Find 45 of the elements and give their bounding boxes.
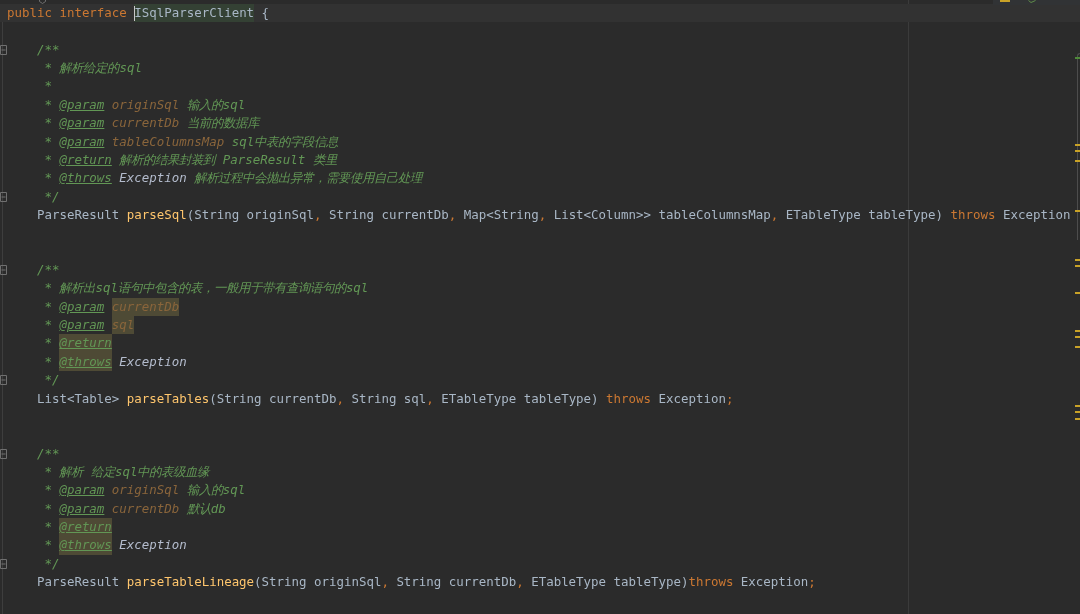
doc-comment-text: */	[44, 554, 60, 573]
doc-comment-text: * @param originSql 输入的sql	[44, 95, 246, 114]
doc-comment-text: */	[44, 187, 60, 206]
highlighted-word: @return	[59, 334, 112, 353]
doc-comment-text: * @throws Exception 解析过程中会抛出异常，需要使用自己处理	[44, 169, 423, 188]
doc-comment-text: * @param	[44, 316, 106, 335]
doc-comment-text: /**	[36, 444, 60, 463]
doc-comment-text: *	[44, 518, 53, 537]
doc-comment-text: /**	[36, 40, 60, 59]
check-icon[interactable]	[1028, 0, 1036, 3]
fold-marker-icon[interactable]	[0, 375, 7, 386]
doc-comment-text: * @param	[44, 297, 106, 316]
code-text: List<Table> parseTables(String currentDb, String sql, ETableType tableType) throws Exception;	[36, 389, 734, 408]
doc-comment-text: *	[44, 334, 53, 353]
doc-comment-text: /**	[36, 261, 60, 280]
doc-comment-text: * @param currentDb 当前的数据库	[44, 114, 259, 133]
fold-marker-icon[interactable]	[0, 558, 7, 569]
highlighted-identifier: ISqlParserClient	[134, 4, 255, 23]
code-text: {	[260, 4, 270, 22]
code-text: ParseResult parseTableLineage(String originSql, String currentDb, ETableType tableType)throws Exception;	[36, 573, 816, 592]
doc-comment-text: Exception	[118, 536, 187, 555]
doc-comment-text: * @param currentDb 默认db	[44, 499, 226, 518]
highlighted-word: @throws	[59, 536, 112, 555]
doc-comment-text: * 解析 给定sql中的表级血缘	[44, 463, 210, 481]
highlighted-word: sql	[111, 316, 135, 335]
doc-comment-text: */	[44, 371, 60, 390]
doc-comment-text: * @param originSql 输入的sql	[44, 481, 246, 500]
doc-comment-text: * @return 解析的结果封装到 ParseResult 类里	[44, 150, 337, 169]
doc-comment-text: * 解析出sql语句中包含的表，一般用于带有查询语句的sql	[44, 279, 369, 298]
highlighted-word: @return	[59, 518, 112, 537]
doc-comment-text: * 解析给定的sql	[44, 59, 142, 78]
code-text: public interface	[7, 4, 128, 22]
fold-marker-icon[interactable]	[0, 448, 7, 459]
highlighted-word: currentDb	[111, 297, 180, 317]
fold-marker-icon[interactable]	[0, 265, 7, 276]
fold-marker-icon[interactable]	[39, 0, 46, 4]
code-text: ParseResult parseSql(String originSql, String currentDb, Map<String, List<Column>> tableColumnsMap, ETableType tableType) throws Exception	[36, 205, 1071, 224]
fold-marker-icon[interactable]	[0, 191, 7, 202]
inspection-widget[interactable]	[993, 0, 1080, 5]
doc-comment-text: *	[44, 77, 52, 96]
doc-comment-text: * @param tableColumnsMap sql中表的字段信息	[44, 132, 339, 151]
doc-comment-text: *	[44, 352, 53, 371]
doc-comment-text: *	[44, 536, 53, 555]
fold-marker-icon[interactable]	[0, 44, 7, 55]
doc-comment-text: Exception	[118, 352, 187, 371]
